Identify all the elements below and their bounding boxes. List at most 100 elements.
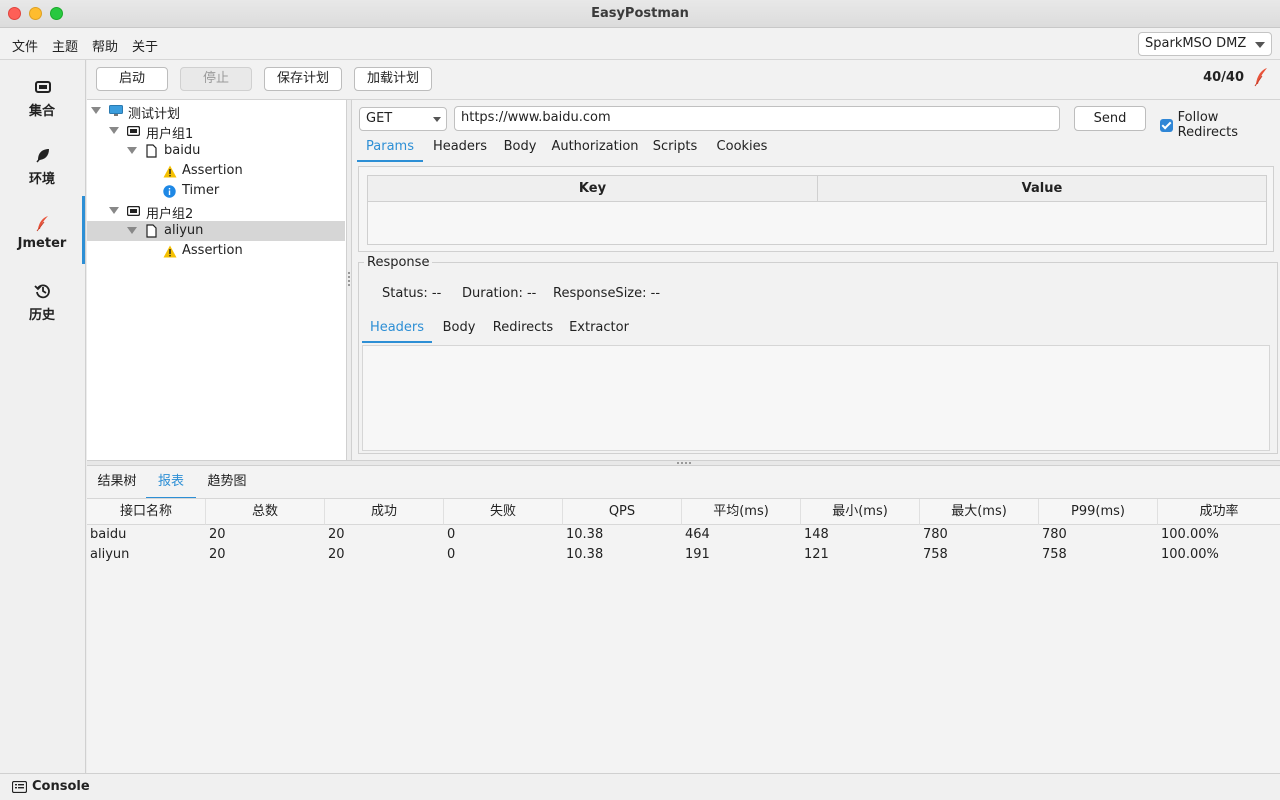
close-window-button[interactable] — [8, 7, 21, 20]
splitter-grip — [348, 272, 350, 286]
table-cell: aliyun — [90, 547, 130, 562]
table-cell: 20 — [209, 527, 226, 542]
sidebar-item-label: Jmeter — [17, 236, 67, 251]
load-plan-button[interactable]: 加载计划 — [354, 67, 432, 91]
chevron-down-icon — [1255, 42, 1265, 48]
tab-report[interactable]: 报表 — [146, 468, 196, 499]
tree-node-assertion[interactable]: Assertion — [87, 241, 345, 261]
column-header[interactable]: 接口名称 — [87, 499, 206, 525]
column-header[interactable]: 最小(ms) — [801, 499, 920, 525]
tab-result-tree[interactable]: 结果树 — [91, 468, 143, 499]
tab-body[interactable]: Body — [497, 134, 543, 162]
request-counter: 40/40 — [1203, 70, 1244, 85]
feather-icon — [1254, 68, 1267, 87]
tab-authorization[interactable]: Authorization — [551, 134, 639, 162]
request-panel: GET https://www.baidu.com Send Follow Re… — [352, 100, 1280, 460]
column-header[interactable]: 成功率 — [1158, 499, 1280, 525]
menu-about[interactable]: 关于 — [132, 36, 158, 55]
table-cell: 191 — [685, 547, 710, 562]
tab-params[interactable]: Params — [357, 134, 423, 162]
leaf-icon — [36, 149, 49, 163]
chevron-down-icon[interactable] — [127, 147, 137, 154]
monitor-icon — [109, 105, 123, 116]
tree-node-label: 用户组1 — [146, 127, 194, 142]
method-select[interactable]: GET — [359, 107, 447, 131]
tab-headers[interactable]: Headers — [427, 134, 493, 162]
tree-node-request-selected[interactable]: aliyun — [87, 221, 345, 241]
start-button[interactable]: 启动 — [96, 67, 168, 91]
sidebar-item-label: 环境 — [28, 172, 55, 187]
sidebar-item-jmeter[interactable]: Jmeter — [0, 204, 86, 268]
tab-response-redirects[interactable]: Redirects — [488, 315, 558, 343]
table-cell: 758 — [923, 547, 948, 562]
table-cell: 20 — [209, 547, 226, 562]
table-cell: 780 — [1042, 527, 1067, 542]
response-panel: Response Status: -- Duration: -- Respons… — [358, 255, 1278, 454]
send-button[interactable]: Send — [1074, 106, 1146, 131]
tab-response-headers[interactable]: Headers — [362, 315, 432, 343]
table-cell: 20 — [328, 547, 345, 562]
column-header[interactable]: P99(ms) — [1039, 499, 1158, 525]
tree-node-plan[interactable]: 测试计划 — [87, 101, 345, 122]
response-status: Status: -- — [382, 286, 442, 301]
table-cell: baidu — [90, 527, 127, 542]
sidebar-item-history[interactable]: 历史 — [0, 272, 86, 336]
warning-icon — [163, 245, 177, 258]
collection-icon — [35, 81, 51, 93]
test-plan-tree: 测试计划 用户组1 baidu Assertion Timer 用户组2 ali… — [87, 100, 347, 460]
tree-node-group[interactable]: 用户组2 — [87, 201, 345, 222]
table-cell: 780 — [923, 527, 948, 542]
tree-node-timer[interactable]: Timer — [87, 181, 345, 201]
tree-node-request[interactable]: baidu — [87, 141, 345, 161]
column-header[interactable]: 最大(ms) — [920, 499, 1039, 525]
tree-node-label: aliyun — [164, 223, 204, 238]
table-cell: 100.00% — [1161, 547, 1219, 562]
tree-node-label: Assertion — [182, 163, 243, 178]
chevron-down-icon[interactable] — [127, 227, 137, 234]
follow-redirects-checkbox[interactable] — [1160, 118, 1173, 132]
environment-select[interactable]: SparkMSO DMZ — [1138, 32, 1272, 56]
chevron-down-icon[interactable] — [91, 107, 101, 114]
response-content — [362, 345, 1270, 451]
menu-help[interactable]: 帮助 — [92, 36, 118, 55]
save-plan-button[interactable]: 保存计划 — [264, 67, 342, 91]
table-cell: 20 — [328, 527, 345, 542]
tree-node-group[interactable]: 用户组1 — [87, 121, 345, 142]
column-header[interactable]: QPS — [563, 499, 682, 525]
console-label: Console — [32, 779, 90, 794]
sidebar-item-environments[interactable]: 环境 — [0, 136, 86, 200]
url-input[interactable]: https://www.baidu.com — [454, 106, 1060, 131]
info-icon — [163, 185, 176, 198]
sidebar: 集合 环境 Jmeter 历史 — [0, 60, 86, 773]
tab-response-body[interactable]: Body — [438, 315, 480, 343]
table-cell: 0 — [447, 547, 456, 562]
sidebar-item-collections[interactable]: 集合 — [0, 68, 86, 132]
tab-response-extractor[interactable]: Extractor — [566, 315, 632, 343]
chevron-down-icon[interactable] — [109, 127, 119, 134]
stop-button[interactable]: 停止 — [180, 67, 252, 91]
column-header[interactable]: 平均(ms) — [682, 499, 801, 525]
environment-select-value: SparkMSO DMZ — [1145, 36, 1247, 51]
minimize-window-button[interactable] — [29, 7, 42, 20]
sidebar-active-indicator — [82, 196, 85, 264]
console-button[interactable]: Console — [12, 779, 90, 794]
menu-theme[interactable]: 主题 — [52, 36, 78, 55]
group-icon — [127, 126, 140, 136]
column-header[interactable]: 总数 — [206, 499, 325, 525]
menu-bar: 文件 主题 帮助 关于 SparkMSO DMZ — [0, 28, 1280, 60]
column-header[interactable]: 失败 — [444, 499, 563, 525]
table-cell: 121 — [804, 547, 829, 562]
maximize-window-button[interactable] — [50, 7, 63, 20]
tab-cookies[interactable]: Cookies — [711, 134, 773, 162]
tree-node-assertion[interactable]: Assertion — [87, 161, 345, 181]
document-icon — [146, 224, 157, 238]
menu-file[interactable]: 文件 — [12, 36, 38, 55]
chevron-down-icon[interactable] — [109, 207, 119, 214]
history-icon — [34, 284, 50, 299]
tab-scripts[interactable]: Scripts — [647, 134, 703, 162]
table-cell: 0 — [447, 527, 456, 542]
tab-trend-chart[interactable]: 趋势图 — [201, 468, 253, 499]
column-header[interactable]: 成功 — [325, 499, 444, 525]
tree-node-label: Assertion — [182, 243, 243, 258]
response-tabs: Headers Body Redirects Extractor — [362, 315, 1262, 343]
